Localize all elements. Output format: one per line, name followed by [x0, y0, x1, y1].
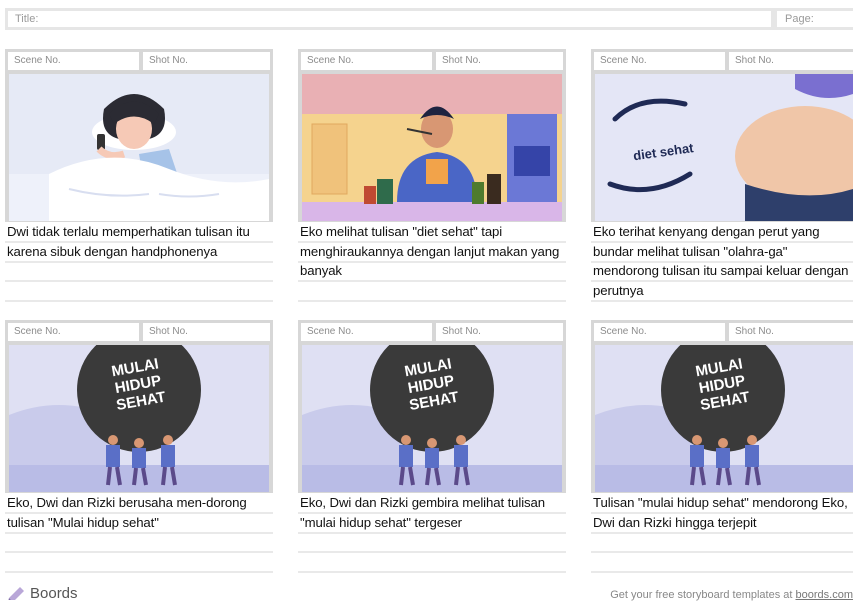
caption-rule: [5, 532, 273, 534]
caption-area: Eko melihat tulisan "diet sehat" tapi me…: [298, 222, 566, 302]
caption-rule: [5, 280, 273, 282]
shot-number-field[interactable]: Shot No.: [436, 323, 498, 341]
shot-number-value[interactable]: [496, 323, 563, 341]
shot-number-field[interactable]: Shot No.: [729, 52, 791, 70]
promo-link[interactable]: boords.com: [796, 589, 853, 601]
caption-rule: [298, 571, 566, 573]
panel-caption: Dwi tidak terlalu memperhatikan tulisan …: [7, 224, 250, 259]
caption-rule: [298, 300, 566, 302]
scene-number-value[interactable]: [77, 52, 139, 70]
scene-number-value[interactable]: [370, 323, 432, 341]
scene-number-value[interactable]: [370, 52, 432, 70]
shot-number-value[interactable]: [789, 323, 853, 341]
scene-number-field[interactable]: Scene No.: [8, 52, 79, 70]
panel-image-frame: MULAI HIDUP SEHAT: [591, 344, 853, 493]
pencil-icon: [8, 587, 24, 600]
shot-number-field[interactable]: Shot No.: [436, 52, 498, 70]
brand-name: Boords: [30, 585, 78, 602]
panel-image-frame: MULAI HIDUP SEHAT: [5, 344, 273, 493]
panel-header: Scene No. Shot No.: [298, 49, 566, 73]
caption-area: Eko, Dwi dan Rizki berusaha men-dorong t…: [5, 493, 273, 573]
people-pushing-ball-illustration: MULAI HIDUP SEHAT: [9, 345, 269, 492]
caption-area: Tulisan "mulai hidup sehat" mendorong Ek…: [591, 493, 853, 573]
people-pushing-ball-illustration: MULAI HIDUP SEHAT: [302, 345, 562, 492]
scene-number-field[interactable]: Scene No.: [594, 323, 665, 341]
belly-pushing-sign-illustration: diet sehat: [595, 74, 853, 221]
page-field[interactable]: Page:: [777, 11, 853, 27]
panel-caption: Tulisan "mulai hidup sehat" mendorong Ek…: [593, 495, 848, 530]
panel-header: Scene No. Shot No.: [591, 320, 853, 344]
shot-number-value[interactable]: [496, 52, 563, 70]
scene-number-field[interactable]: Scene No.: [8, 323, 79, 341]
caption-area: Eko terihat kenyang dengan perut yang bu…: [591, 222, 853, 302]
panel-image-frame: [5, 73, 273, 222]
scene-number-value[interactable]: [77, 323, 139, 341]
panel-caption: Eko, Dwi dan Rizki gembira melihat tulis…: [300, 495, 545, 530]
scene-number-field[interactable]: Scene No.: [301, 52, 372, 70]
scene-number-field[interactable]: Scene No.: [301, 323, 372, 341]
panel-header: Scene No. Shot No.: [5, 320, 273, 344]
shot-number-field[interactable]: Shot No.: [143, 52, 205, 70]
caption-rule: [298, 551, 566, 553]
shot-number-field[interactable]: Shot No.: [729, 323, 791, 341]
girl-with-phone-illustration: [9, 74, 269, 221]
man-eating-illustration: [302, 74, 562, 221]
scene-number-value[interactable]: [663, 323, 725, 341]
panel-image-frame: [298, 73, 566, 222]
panel-caption: Eko, Dwi dan Rizki berusaha men-dorong t…: [7, 495, 247, 530]
panel-image-frame: diet sehat: [591, 73, 853, 222]
shot-number-value[interactable]: [203, 323, 270, 341]
promo-text: Get your free storyboard templates at: [610, 589, 796, 601]
caption-rule: [5, 300, 273, 302]
title-field[interactable]: Title:: [8, 11, 771, 27]
panel-caption: Eko melihat tulisan "diet sehat" tapi me…: [300, 224, 560, 278]
scene-number-field[interactable]: Scene No.: [594, 52, 665, 70]
footer-promo: Get your free storyboard templates at bo…: [610, 589, 853, 601]
caption-rule: [5, 571, 273, 573]
panel-header: Scene No. Shot No.: [591, 49, 853, 73]
boords-logo[interactable]: Boords: [8, 585, 78, 602]
shot-number-field[interactable]: Shot No.: [143, 323, 205, 341]
caption-rule: [591, 551, 853, 553]
panel-header: Scene No. Shot No.: [5, 49, 273, 73]
storyboard-header: Title: Page:: [5, 8, 853, 30]
caption-rule: [298, 532, 566, 534]
panel-header: Scene No. Shot No.: [298, 320, 566, 344]
shot-number-value[interactable]: [789, 52, 853, 70]
shot-number-value[interactable]: [203, 52, 270, 70]
panel-image-frame: MULAI HIDUP SEHAT: [298, 344, 566, 493]
caption-rule: [5, 551, 273, 553]
caption-rule: [5, 261, 273, 263]
caption-area: Eko, Dwi dan Rizki gembira melihat tulis…: [298, 493, 566, 573]
caption-rule: [591, 571, 853, 573]
caption-rule: [591, 532, 853, 534]
caption-rule: [591, 300, 853, 302]
scene-number-value[interactable]: [663, 52, 725, 70]
people-pushing-ball-illustration: MULAI HIDUP SEHAT: [595, 345, 853, 492]
caption-area: Dwi tidak terlalu memperhatikan tulisan …: [5, 222, 273, 302]
panel-caption: Eko terihat kenyang dengan perut yang bu…: [593, 224, 849, 298]
